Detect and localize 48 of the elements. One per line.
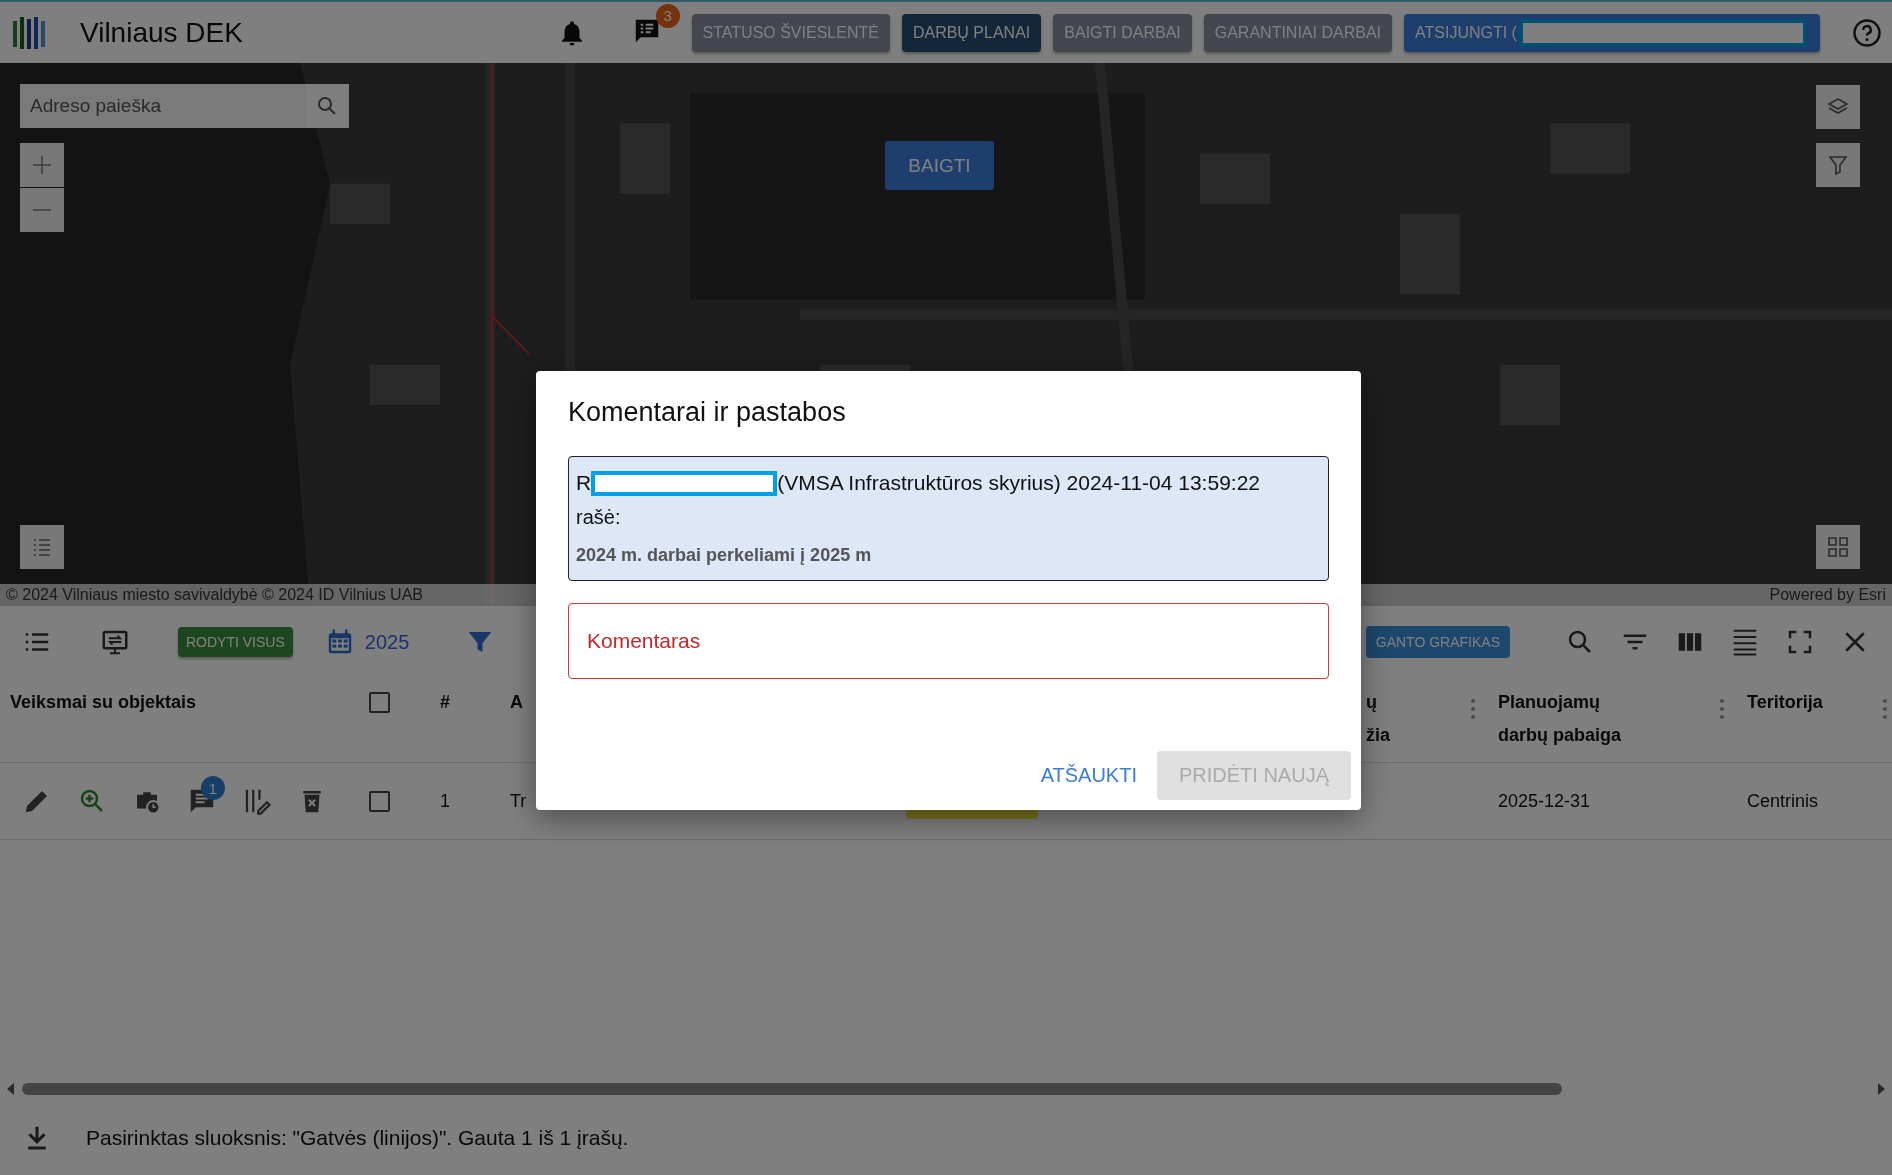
comment-author: R (576, 470, 592, 496)
row-checkbox[interactable] (368, 790, 390, 812)
status-text: Pasirinktas sluoksnis: "Gatvės (linijos)". Gauta 1 iš 1 įrašų. (86, 1126, 629, 1150)
column-header: Veiksmai su objektais (10, 691, 197, 714)
qr-button[interactable] (1816, 525, 1860, 569)
grid-icon (1826, 535, 1850, 559)
logout-button[interactable]: ATSIJUNGTI ( (1404, 13, 1820, 52)
table-cell: Tr (510, 790, 527, 812)
column-header: A (510, 691, 523, 714)
message-count-badge: 3 (655, 3, 680, 28)
finish-button[interactable]: BAIGTI (885, 141, 994, 190)
layers-button[interactable] (1816, 85, 1860, 129)
map-attribution: © 2024 Vilniaus miesto savivaldybė © 2024 ID Vilnius UAB (6, 586, 423, 604)
cancel-button[interactable]: ATŠAUKTI (1040, 751, 1137, 800)
nav-button[interactable]: DARBŲ PLANAI (901, 13, 1042, 52)
comment-verb: rašė: (576, 505, 622, 530)
select-all-checkbox[interactable] (368, 692, 390, 713)
column-menu-icon[interactable] (1470, 698, 1476, 720)
scrollbar-thumb[interactable] (22, 1083, 1562, 1095)
gantt-chart-button[interactable]: GANTO GRAFIKAS (1365, 626, 1510, 658)
funnel-icon (1826, 153, 1850, 177)
year-text[interactable]: 2025 (364, 630, 410, 654)
show-all-button[interactable]: RODYTI VISUS (178, 627, 293, 657)
app-title: Vilniaus DEK (80, 16, 243, 49)
powered-by-text: Powered by Esri (1769, 586, 1886, 604)
comment-meta: (VMSA Infrastruktūros skyrius) 2024-11-04 13:59:22 (777, 470, 1260, 496)
help-icon[interactable] (1852, 17, 1882, 48)
table-cell: 2025-12-31 (1498, 790, 1591, 812)
comment-count-badge: 1 (201, 776, 225, 800)
column-header: ų žia (1366, 691, 1390, 747)
column-menu-icon[interactable] (1719, 698, 1725, 720)
legend-button[interactable] (20, 525, 64, 569)
column-header: Teritorija (1747, 691, 1823, 714)
dialog-title: Komentarai ir pastabos (568, 397, 847, 428)
search-button[interactable] (305, 84, 349, 128)
column-menu-icon[interactable] (1882, 698, 1888, 720)
address-search-field[interactable]: Adreso paieška (20, 84, 305, 128)
column-header: Planuojamų darbų pabaiga (1498, 691, 1622, 747)
column-header: # (440, 691, 450, 714)
filter-button[interactable] (1816, 143, 1860, 187)
plus-icon (30, 153, 54, 177)
comment-field[interactable]: Komentaras (568, 603, 1329, 679)
scroll-right-icon[interactable] (1876, 1083, 1886, 1095)
table-cell: 1 (440, 790, 450, 812)
minus-icon (33, 209, 51, 211)
table-cell: Centrinis (1747, 790, 1819, 812)
comment-text: 2024 m. darbai perkeliami į 2025 m (576, 545, 873, 566)
scroll-left-icon[interactable] (6, 1083, 16, 1095)
